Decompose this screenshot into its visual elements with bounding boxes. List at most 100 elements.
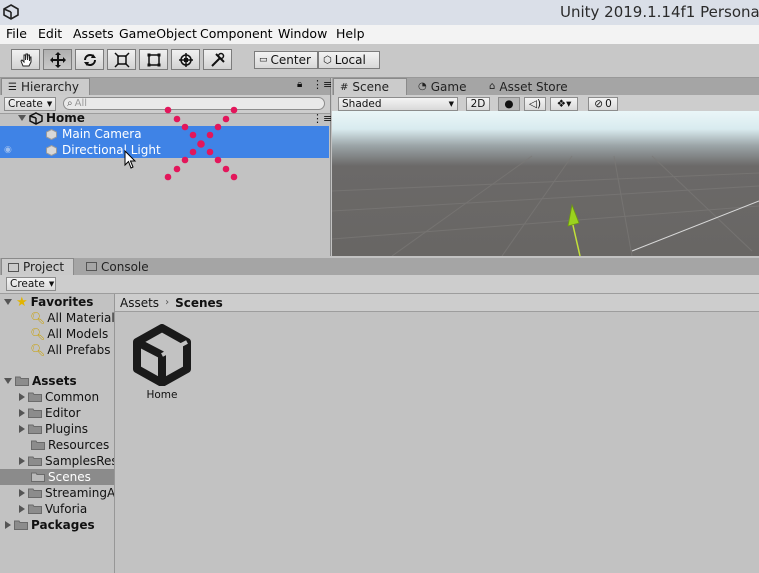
window-title: Unity 2019.1.14f1 Personal - H [560, 3, 759, 21]
shading-mode-dropdown[interactable]: Shaded ▼ [338, 97, 458, 111]
collapse-arrow-icon[interactable] [18, 115, 26, 121]
folder-tab-icon [8, 262, 19, 272]
favorites-label: Favorites [30, 295, 94, 309]
project-tab-label: Project [23, 260, 65, 274]
pivot-center-button[interactable]: ▭ Center [254, 51, 318, 69]
expand-arrow-icon[interactable] [19, 505, 25, 513]
menu-gameobject[interactable]: GameObject [119, 26, 197, 41]
lock-icon[interactable]: 🔒︎ [297, 79, 302, 90]
hierarchy-tabstrip: ☰ Hierarchy 🔒︎ ⋮≡ [0, 78, 332, 96]
hidden-objects-toggle[interactable]: ⊘ 0 [588, 97, 618, 111]
favorite-item-all-models[interactable]: 🔍︎ All Models [0, 326, 114, 342]
menu-edit[interactable]: Edit [38, 26, 62, 41]
pacman-icon: ◔ [418, 81, 427, 92]
packages-label: Packages [31, 518, 95, 532]
breadcrumb-assets[interactable]: Assets [120, 296, 159, 310]
rotate-tool-button[interactable] [75, 49, 104, 70]
pivot-icon: ▭ [259, 55, 268, 65]
transform-tool-button[interactable] [171, 49, 200, 70]
list-icon: ☰ [8, 81, 17, 93]
tab-scene[interactable]: # Scene [333, 78, 407, 95]
scene-tabstrip: # Scene ◔ Game ⌂ Asset Store [332, 78, 759, 96]
folder-icon [31, 440, 45, 450]
2d-label: 2D [470, 98, 486, 110]
collapse-arrow-icon[interactable] [4, 299, 12, 305]
pivot-local-button[interactable]: ⬡ Local [318, 51, 380, 69]
tab-console[interactable]: Console [80, 258, 158, 275]
menu-assets[interactable]: Assets [73, 26, 114, 41]
rect-tool-button[interactable] [139, 49, 168, 70]
folder-vuforia[interactable]: Vuforia [0, 501, 114, 517]
favorite-item-all-materials[interactable]: 🔍︎ All Materials [0, 310, 114, 326]
asset-store-tab-label: Asset Store [499, 79, 568, 94]
project-create-dropdown[interactable]: Create ▼ [6, 277, 56, 291]
project-folder-tree: ★ Favorites 🔍︎ All Materials 🔍︎ All Mode… [0, 294, 115, 573]
tab-game[interactable]: ◔ Game [412, 78, 478, 95]
audio-toggle-button[interactable]: ◁) [524, 97, 546, 111]
folder-label: Common [45, 390, 100, 404]
visibility-eye-icon[interactable]: ◉ [4, 145, 12, 155]
move-arrows-icon [49, 51, 66, 68]
scale-icon [113, 51, 130, 68]
scene-menu-icon[interactable]: ⋮≡ [312, 112, 332, 125]
menu-component[interactable]: Component [200, 26, 273, 41]
folder-streamingassets[interactable]: StreamingA [0, 485, 114, 501]
packages-header[interactable]: Packages [0, 517, 114, 533]
asset-item-home-scene[interactable]: Home [129, 324, 195, 404]
folder-icon [28, 392, 42, 402]
2d-toggle-button[interactable]: 2D [466, 97, 490, 111]
folder-plugins[interactable]: Plugins [0, 421, 114, 437]
folder-scenes[interactable]: Scenes [0, 469, 114, 485]
hand-tool-button[interactable] [11, 49, 40, 70]
menu-bar: File Edit Assets GameObject Component Wi… [0, 25, 759, 44]
tab-asset-store[interactable]: ⌂ Asset Store [483, 78, 583, 95]
rotate-icon [83, 53, 96, 66]
expand-arrow-icon[interactable] [19, 425, 25, 433]
favorites-header[interactable]: ★ Favorites [0, 294, 114, 310]
tab-hierarchy[interactable]: ☰ Hierarchy [1, 78, 90, 95]
star-icon: ★ [16, 294, 28, 310]
lighting-toggle-button[interactable]: ● [498, 97, 520, 111]
favorite-item-all-prefabs[interactable]: 🔍︎ All Prefabs [0, 342, 114, 358]
grid-icon: # [340, 81, 349, 93]
game-tab-label: Game [430, 79, 467, 94]
assets-header[interactable]: Assets [0, 373, 114, 389]
hierarchy-create-dropdown[interactable]: Create ▼ [4, 97, 56, 111]
menu-help[interactable]: Help [336, 26, 365, 41]
expand-arrow-icon[interactable] [19, 489, 25, 497]
expand-arrow-icon[interactable] [19, 393, 25, 401]
folder-samplesres[interactable]: SamplesRes [0, 453, 114, 469]
scale-tool-button[interactable] [107, 49, 136, 70]
breadcrumb: Assets › Scenes [115, 294, 759, 312]
expand-arrow-icon[interactable] [19, 409, 25, 417]
collapse-arrow-icon[interactable] [4, 378, 12, 384]
folder-common[interactable]: Common [0, 389, 114, 405]
expand-arrow-icon[interactable] [5, 521, 11, 529]
scene-grid [332, 155, 759, 256]
center-label: Center [270, 53, 311, 67]
menu-file[interactable]: File [6, 26, 27, 41]
folder-icon [15, 376, 29, 386]
effects-dropdown[interactable]: ❖▾ [550, 97, 578, 111]
move-tool-button[interactable] [43, 49, 72, 70]
store-bag-icon: ⌂ [489, 81, 496, 92]
tab-project[interactable]: Project [1, 258, 74, 275]
folder-label: SamplesRes [45, 454, 114, 468]
folder-resources[interactable]: Resources [0, 437, 114, 453]
gameobject-cube-icon [46, 144, 57, 156]
breadcrumb-scenes[interactable]: Scenes [175, 296, 223, 310]
speaker-icon: ◁) [528, 98, 542, 110]
expand-arrow-icon[interactable] [19, 457, 25, 465]
scene-tab-label: Scene [352, 80, 389, 94]
folder-editor[interactable]: Editor [0, 405, 114, 421]
menu-window[interactable]: Window [278, 26, 327, 41]
panel-menu-icon[interactable]: ⋮≡ [312, 78, 332, 91]
rect-transform-icon [147, 53, 160, 66]
hierarchy-panel: ☰ Hierarchy 🔒︎ ⋮≡ Create ▼ ⌕ All Home ⋮≡… [0, 78, 332, 256]
folder-icon [28, 408, 42, 418]
dropdown-arrow-icon: ▼ [46, 100, 53, 108]
gameobject-cube-icon [46, 128, 57, 140]
scene-viewport[interactable] [332, 111, 759, 256]
custom-tool-button[interactable] [203, 49, 232, 70]
search-icon: 🔍︎ [30, 343, 46, 357]
